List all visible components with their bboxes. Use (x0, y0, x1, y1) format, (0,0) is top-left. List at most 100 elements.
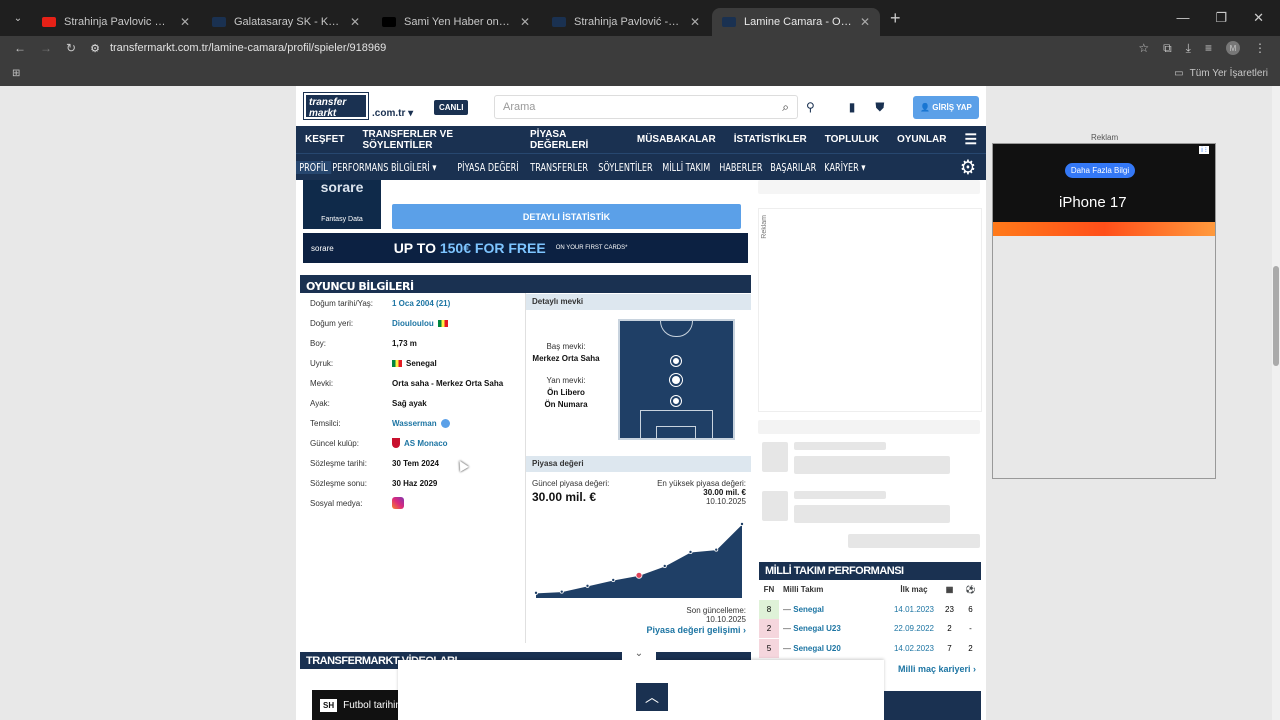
settings-gear-icon[interactable]: ⚙ (956, 155, 986, 179)
hamburger-menu-icon[interactable]: ☰ (955, 131, 986, 148)
subnav-item[interactable]: PERFORMANS BİLGİLERİ ▾ (329, 161, 440, 174)
chart-point[interactable] (635, 571, 643, 579)
close-window-icon[interactable]: ✕ (1253, 10, 1264, 26)
chart-point[interactable] (585, 583, 590, 588)
info-label: Doğum yeri: (310, 318, 354, 328)
live-badge[interactable]: CANLI (434, 100, 469, 115)
subnav-item[interactable]: TRANSFERLER (527, 161, 591, 174)
menu-icon[interactable]: ⋮ (1254, 41, 1266, 55)
url-text: transfermarkt.com.tr/lamine-camara/profi… (109, 42, 387, 54)
ad-product-text: iPhone 17 (1059, 194, 1127, 211)
profile-avatar[interactable]: M (1226, 41, 1240, 55)
tab-close-icon[interactable]: ✕ (520, 15, 530, 29)
chart-point[interactable] (714, 547, 719, 552)
page-scrollbar[interactable] (1272, 86, 1280, 720)
reload-icon[interactable]: ↻ (66, 41, 76, 55)
all-bookmarks-label[interactable]: Tüm Yer İşaretleri (1190, 68, 1268, 79)
adchoices-icon[interactable]: i ⁝ (1199, 146, 1209, 154)
browser-tab[interactable]: Strahinja Pavlović - Oyuncu pro ✕ (542, 8, 710, 36)
tab-favicon-icon (722, 17, 736, 27)
info-value[interactable]: Wasserman (392, 418, 450, 428)
tab-close-icon[interactable]: ✕ (860, 15, 870, 29)
bookmark-star-icon[interactable]: ☆ (1138, 41, 1149, 55)
tab-close-icon[interactable]: ✕ (690, 15, 700, 29)
scroll-to-top-button[interactable]: ︿ (636, 683, 668, 711)
side-advertisement[interactable]: i ⁝ Daha Fazla Bilgi iPhone 17 (992, 143, 1216, 479)
placeholder (794, 456, 950, 474)
search-icon[interactable]: ⌕ (782, 100, 789, 115)
team-link[interactable]: Senegal U23 (793, 624, 841, 633)
new-tab-button[interactable]: + (882, 8, 909, 29)
sorare-banner[interactable]: sorare UP TO 150€ FOR FREE ON YOUR FIRST… (303, 233, 748, 263)
subnav-item[interactable]: PROFİL (296, 160, 332, 174)
team-link[interactable]: Senegal U20 (793, 644, 841, 653)
position-pitch (618, 319, 735, 440)
main-nav-item[interactable]: TOPLULUK (816, 134, 888, 145)
main-nav-item[interactable]: KEŞFET (296, 134, 353, 145)
info-value[interactable]: AS Monaco (392, 438, 448, 448)
tab-close-icon[interactable]: ✕ (180, 15, 190, 29)
market-value-chart[interactable] (532, 516, 746, 598)
main-nav-item[interactable]: MÜSABAKALAR (628, 134, 725, 145)
ad-cta-button[interactable]: Daha Fazla Bilgi (1065, 163, 1135, 178)
main-nav-item[interactable]: OYUNLAR (888, 134, 955, 145)
site-info-icon[interactable]: ⚙ (90, 42, 100, 55)
info-row: Doğum yeri: Diouloulou (300, 313, 526, 333)
browser-tab[interactable]: Galatasaray SK - Kulüp profili | ✕ (202, 8, 370, 36)
main-nav-item[interactable]: İSTATİSTİKLER (725, 134, 816, 145)
main-position-dot (670, 374, 682, 386)
subnav-item[interactable]: MİLLİ TAKIM (659, 161, 713, 174)
info-value[interactable]: Diouloulou (392, 319, 448, 328)
shield-icon[interactable]: ⛊ (875, 100, 884, 115)
media-icon[interactable]: ≡ (1205, 41, 1212, 55)
site-container: transfer markt .com.tr ▾ CANLI Arama ⌕ ⚲ … (296, 86, 986, 720)
login-button[interactable]: 👤 GİRİŞ YAP (913, 96, 979, 119)
subnav-item[interactable]: HABERLER (716, 161, 766, 174)
collapse-overlay-button[interactable]: ⌄ (622, 644, 656, 662)
chart-point[interactable] (662, 564, 667, 569)
restore-icon[interactable]: ❐ (1215, 10, 1227, 26)
chart-point[interactable] (611, 578, 616, 583)
subnav-item[interactable]: PİYASA DEĞERİ (454, 161, 522, 174)
domain-selector[interactable]: .com.tr ▾ (372, 108, 413, 119)
minimize-icon[interactable]: — (1176, 10, 1189, 26)
transfermarkt-logo[interactable]: transfer markt (304, 93, 368, 119)
main-nav-item[interactable]: TRANSFERLER VE SÖYLENTİLER (353, 129, 521, 151)
chart-point[interactable] (559, 589, 564, 594)
subnav-item[interactable]: SÖYLENTİLER (595, 161, 656, 174)
user-search-icon[interactable]: ⚲ (806, 100, 815, 115)
back-icon[interactable]: ← (14, 41, 26, 55)
address-bar: ← → ↻ ⚙ transfermarkt.com.tr/lamine-cama… (0, 36, 1280, 60)
market-value-link[interactable]: Piyasa değeri gelişimi › (596, 625, 746, 635)
info-row: Mevki: Orta saha - Merkez Orta Saha (300, 373, 526, 393)
apps-icon[interactable]: ⊞ (12, 68, 20, 79)
tab-close-icon[interactable]: ✕ (350, 15, 360, 29)
info-row: Sözleşme sonu: 30 Haz 2029 (300, 473, 526, 493)
info-row: Güncel kulüp: AS Monaco (300, 433, 526, 453)
info-value[interactable]: 1 Oca 2004 (21) (392, 299, 450, 308)
tab-title: Sami Yen Haber on X: "Galatasa (404, 16, 512, 28)
chart-point[interactable] (688, 550, 693, 555)
search-input[interactable]: Arama ⌕ (494, 95, 798, 119)
browser-tab[interactable]: Strahinja Pavlovic ● Welcome to ✕ (32, 8, 200, 36)
download-icon[interactable]: ⤓ (1186, 41, 1191, 56)
detailed-stats-button[interactable]: DETAYLI İSTATİSTİK (392, 204, 741, 229)
chart-point[interactable] (739, 522, 744, 527)
info-label: Sözleşme tarihi: (310, 458, 367, 468)
chart-point[interactable] (534, 590, 539, 595)
forward-icon[interactable]: → (40, 41, 52, 55)
info-row: Uyruk: Senegal (300, 353, 526, 373)
tab-search-button[interactable]: ⌄ (6, 6, 30, 30)
url-field[interactable]: ⚙ transfermarkt.com.tr/lamine-camara/pro… (90, 42, 1124, 55)
subnav-item[interactable]: BAŞARILAR (767, 161, 819, 174)
subnav-item[interactable]: KARİYER ▾ (821, 161, 869, 174)
main-nav-item[interactable]: PİYASA DEĞERLERİ (521, 129, 628, 151)
browser-tab[interactable]: Sami Yen Haber on X: "Galatasa ✕ (372, 8, 540, 36)
browser-tab[interactable]: Lamine Camara - Oyuncu profi ✕ (712, 8, 880, 36)
sorare-card[interactable]: sorare Fantasy Data (303, 180, 381, 229)
team-link[interactable]: Senegal (793, 605, 824, 614)
scrollbar-thumb[interactable] (1273, 266, 1279, 366)
extensions-icon[interactable]: ⧉ (1163, 41, 1172, 56)
bookmark-icon[interactable]: ▮ (849, 100, 856, 115)
instagram-icon[interactable] (392, 497, 404, 509)
